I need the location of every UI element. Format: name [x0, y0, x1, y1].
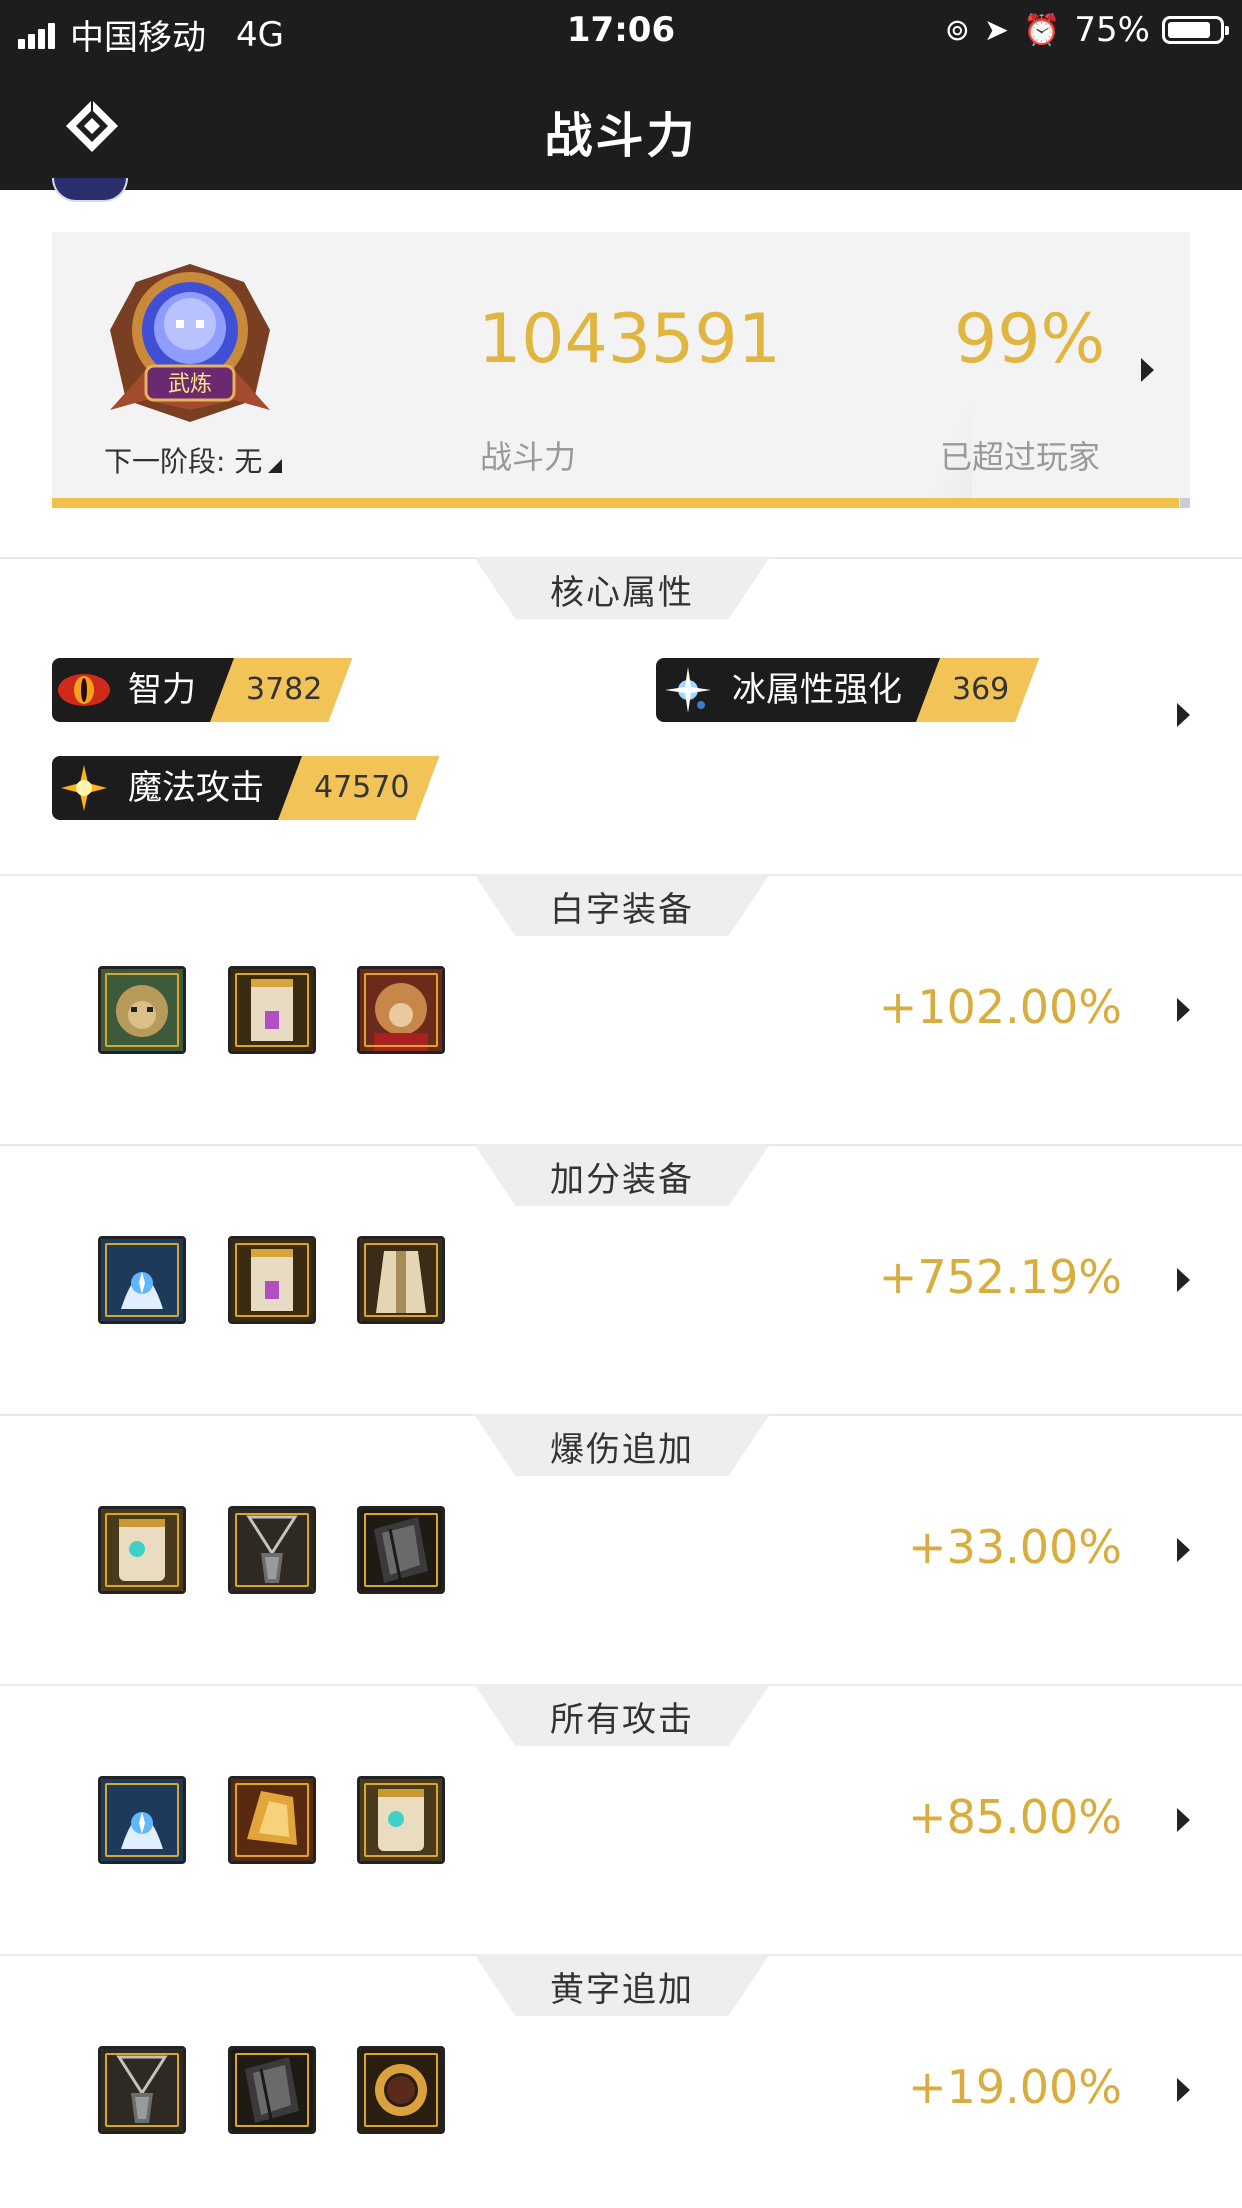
lion-helm-item-icon[interactable]	[98, 966, 186, 1054]
section-tab: 加分装备	[474, 1144, 770, 1206]
battery-percent: 75%	[1074, 10, 1150, 50]
page-title: 战斗力	[544, 108, 698, 164]
chevron-right-icon[interactable]	[1177, 2078, 1190, 2102]
bonus-percent: +85.00%	[908, 1790, 1122, 1844]
ice-sparkle-icon	[656, 658, 720, 722]
avatar	[52, 178, 128, 202]
next-stage-label: 下一阶段: 无	[104, 445, 263, 478]
next-stage-dropdown[interactable]: 下一阶段: 无	[104, 440, 283, 480]
attribute-value: 47570	[278, 756, 439, 820]
section-title: 爆伤追加	[550, 1430, 694, 1470]
attribute-name: 冰属性强化	[720, 658, 942, 722]
bonus-percent: +33.00%	[908, 1520, 1122, 1574]
alarm-icon: ⏰	[1023, 12, 1061, 48]
attribute-ice-enhance[interactable]: 冰属性强化 369	[656, 658, 1039, 722]
section-title: 黄字追加	[550, 1970, 694, 2010]
chevron-right-icon[interactable]	[1141, 358, 1154, 382]
power-label: 战斗力	[480, 438, 577, 476]
percentile-label: 已超过玩家	[940, 438, 1101, 476]
bonus-percent: +19.00%	[908, 2060, 1122, 2114]
chevron-right-icon[interactable]	[1177, 1538, 1190, 1562]
chevron-right-icon[interactable]	[1177, 998, 1190, 1022]
power-summary-card[interactable]: 武炼 下一阶段: 无 1043591 战斗力 99% 已超过玩家	[52, 232, 1190, 508]
chevron-right-icon[interactable]	[1177, 1808, 1190, 1832]
section-tab-core: 核心属性	[474, 557, 770, 619]
beast-warrior-item-icon[interactable]	[357, 966, 445, 1054]
location-icon: ➤	[983, 12, 1010, 48]
ice-mage-item-icon[interactable]	[98, 1236, 186, 1324]
nav-bar: 战斗力	[0, 62, 1242, 190]
ice-mage-item-icon[interactable]	[98, 1776, 186, 1864]
chevron-right-icon[interactable]	[1177, 1268, 1190, 1292]
section-tab: 爆伤追加	[474, 1414, 770, 1476]
attribute-magic-attack[interactable]: 魔法攻击 47570	[52, 756, 439, 820]
eye-icon	[52, 658, 116, 722]
gold-gauntlet-item-icon[interactable]	[228, 1776, 316, 1864]
badge-text: 武炼	[168, 372, 212, 397]
progress-bar	[52, 498, 1179, 508]
dropdown-corner-icon	[268, 459, 283, 473]
bracer-item-icon[interactable]	[357, 1506, 445, 1594]
gem-armor-item-icon[interactable]	[98, 1506, 186, 1594]
bracer-item-icon[interactable]	[228, 2046, 316, 2134]
attribute-intelligence[interactable]: 智力 3782	[52, 658, 352, 722]
rotation-lock-icon: ⊚	[944, 12, 970, 48]
section-tab: 黄字追加	[474, 1954, 770, 2016]
section-tab: 所有攻击	[474, 1684, 770, 1746]
section-tab: 白字装备	[474, 874, 770, 936]
attribute-value: 3782	[210, 658, 352, 722]
battery-icon	[1162, 16, 1229, 44]
bonus-percent: +752.19%	[878, 1250, 1122, 1304]
gem-armor-item-icon[interactable]	[357, 1776, 445, 1864]
rank-badge-icon: 武炼	[110, 264, 270, 422]
section-title: 加分装备	[550, 1160, 694, 1200]
chevron-right-icon[interactable]	[1177, 703, 1190, 727]
pendant-item-icon[interactable]	[98, 2046, 186, 2134]
section-title: 核心属性	[550, 573, 694, 613]
robe-item-icon[interactable]	[357, 1236, 445, 1324]
power-value: 1043591	[478, 300, 781, 379]
gold-armor-item-icon[interactable]	[228, 1236, 316, 1324]
ring-item-icon[interactable]	[357, 2046, 445, 2134]
attribute-name: 魔法攻击	[116, 756, 304, 820]
pendant-item-icon[interactable]	[228, 1506, 316, 1594]
gold-armor-item-icon[interactable]	[228, 966, 316, 1054]
percentile-value: 99%	[954, 300, 1106, 379]
burst-icon	[52, 756, 116, 820]
section-title: 白字装备	[550, 890, 694, 930]
status-bar: 中国移动 4G 17:06 ⊚ ➤ ⏰ 75%	[0, 0, 1242, 62]
section-title: 所有攻击	[550, 1700, 694, 1740]
bonus-percent: +102.00%	[878, 980, 1122, 1034]
